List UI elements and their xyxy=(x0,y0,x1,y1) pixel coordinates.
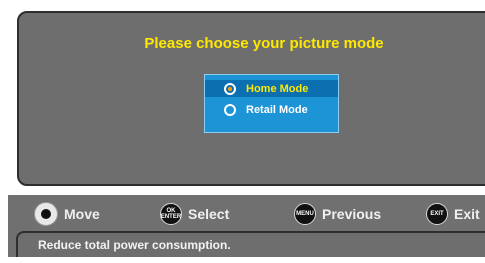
status-bar: Reduce total power consumption. xyxy=(16,231,485,257)
hint-label: Select xyxy=(188,206,230,222)
option-retail-mode[interactable]: Retail Mode xyxy=(205,101,338,118)
option-label: Retail Mode xyxy=(246,103,308,116)
hint-move: Move xyxy=(34,202,100,226)
hint-label: Move xyxy=(64,206,100,222)
option-home-mode[interactable]: Home Mode xyxy=(205,80,338,97)
hint-label: Previous xyxy=(322,206,382,222)
ok-enter-icon: OK ENTER xyxy=(160,203,182,225)
menu-icon: MENU xyxy=(294,203,316,225)
hint-exit: EXIT Exit xyxy=(426,203,480,225)
dialog-title: Please choose your picture mode xyxy=(144,35,384,52)
option-label: Home Mode xyxy=(246,82,309,95)
hint-label: Exit xyxy=(454,206,480,222)
picture-mode-dialog: Please choose your picture mode Home Mod… xyxy=(17,11,485,186)
dpad-icon xyxy=(34,202,58,226)
hint-select: OK ENTER Select xyxy=(160,203,229,225)
radio-checked-icon xyxy=(224,82,236,95)
radio-unchecked-icon xyxy=(224,103,236,116)
help-bar: Move OK ENTER Select MENU Previous EXIT … xyxy=(8,195,485,257)
hint-previous: MENU Previous xyxy=(294,203,381,225)
exit-icon: EXIT xyxy=(426,203,448,225)
status-text: Reduce total power consumption. xyxy=(38,238,231,252)
picture-mode-list: Home Mode Retail Mode xyxy=(204,74,339,133)
